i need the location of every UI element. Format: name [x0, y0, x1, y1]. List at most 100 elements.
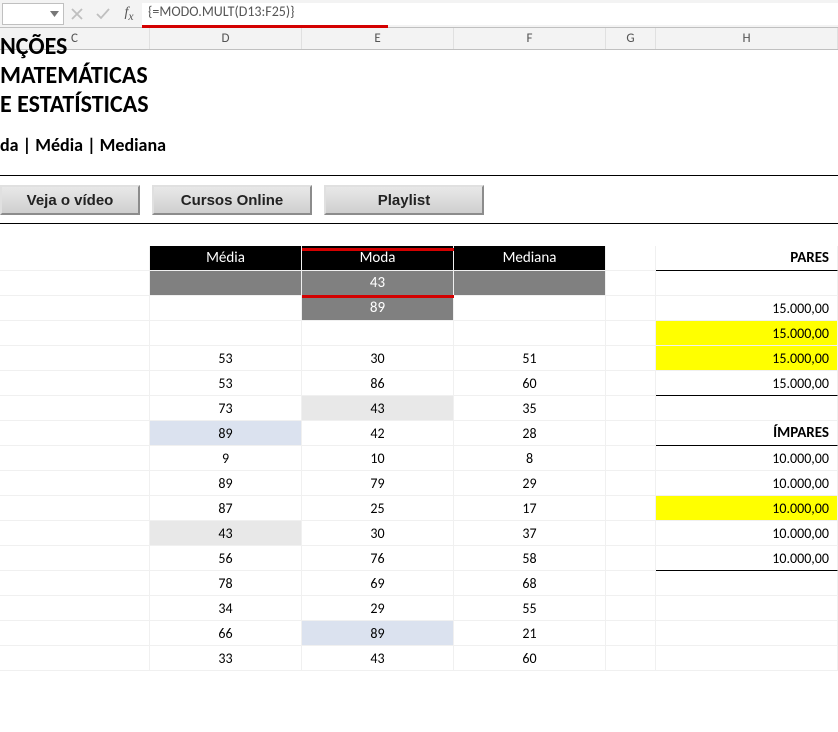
header-mediana[interactable]: Mediana — [454, 246, 606, 271]
cell-f[interactable]: 35 — [454, 396, 606, 421]
cell[interactable] — [0, 521, 150, 546]
cell[interactable] — [0, 446, 150, 471]
cell[interactable] — [0, 246, 150, 271]
cell[interactable] — [656, 271, 838, 296]
stat-moda-1[interactable]: 43 — [302, 271, 454, 296]
cell[interactable] — [606, 521, 656, 546]
cell[interactable] — [606, 596, 656, 621]
cell-f[interactable]: 29 — [454, 471, 606, 496]
impares-1[interactable]: 10.000,00 — [656, 471, 838, 496]
formula-input[interactable]: {=MODO.MULT(D13:F25)} — [142, 3, 838, 25]
cell-e[interactable]: 43 — [302, 396, 454, 421]
cell-f[interactable]: 17 — [454, 496, 606, 521]
cell-e[interactable]: 10 — [302, 446, 454, 471]
cell[interactable] — [606, 421, 656, 446]
cell[interactable] — [606, 621, 656, 646]
worksheet-grid[interactable]: NÇÕES MATEMÁTICAS E ESTATÍSTICAS da | Mé… — [0, 50, 838, 671]
cell[interactable] — [656, 596, 838, 621]
cell-d[interactable]: 43 — [150, 521, 302, 546]
cell[interactable] — [0, 296, 150, 321]
stat-moda-2[interactable]: 89 — [302, 296, 454, 321]
col-header-d[interactable]: D — [150, 28, 302, 49]
cell-f[interactable]: 37 — [454, 521, 606, 546]
cell-f[interactable]: 8 — [454, 446, 606, 471]
cell-d[interactable]: 9 — [150, 446, 302, 471]
header-media[interactable]: Média — [150, 246, 302, 271]
cell[interactable] — [606, 471, 656, 496]
cell-d[interactable]: 53 — [150, 346, 302, 371]
cell-f[interactable]: 55 — [454, 596, 606, 621]
cell[interactable] — [0, 621, 150, 646]
cell[interactable] — [0, 371, 150, 396]
cell-f[interactable]: 51 — [454, 346, 606, 371]
cell-e[interactable]: 89 — [302, 621, 454, 646]
cell-e[interactable]: 86 — [302, 371, 454, 396]
cell[interactable] — [606, 346, 656, 371]
cell[interactable] — [606, 396, 656, 421]
cell-e[interactable]: 69 — [302, 571, 454, 596]
cell-d[interactable]: 89 — [150, 421, 302, 446]
cell[interactable] — [606, 246, 656, 271]
cell-d[interactable]: 34 — [150, 596, 302, 621]
cell-d[interactable]: 89 — [150, 471, 302, 496]
cell[interactable] — [656, 396, 838, 421]
cell[interactable] — [454, 321, 606, 346]
impares-0[interactable]: 10.000,00 — [656, 446, 838, 471]
cell-e[interactable]: 76 — [302, 546, 454, 571]
pares-1[interactable]: 15.000,00 — [656, 321, 838, 346]
cell-f[interactable]: 68 — [454, 571, 606, 596]
cell[interactable] — [0, 271, 150, 296]
cell-f[interactable]: 60 — [454, 371, 606, 396]
playlist-button[interactable]: Playlist — [324, 185, 484, 215]
pares-label[interactable]: PARES — [656, 246, 838, 271]
cell[interactable] — [0, 396, 150, 421]
stat-media[interactable] — [150, 271, 302, 296]
cell[interactable] — [656, 571, 838, 596]
stat-mediana[interactable] — [454, 271, 606, 296]
pares-0[interactable]: 15.000,00 — [656, 296, 838, 321]
col-header-f[interactable]: F — [454, 28, 606, 49]
impares-3[interactable]: 10.000,00 — [656, 521, 838, 546]
cell[interactable] — [0, 421, 150, 446]
cell-e[interactable]: 42 — [302, 421, 454, 446]
cell[interactable] — [606, 271, 656, 296]
cell[interactable] — [606, 296, 656, 321]
cell-d[interactable]: 66 — [150, 621, 302, 646]
cell[interactable] — [150, 321, 302, 346]
cell[interactable] — [656, 646, 838, 671]
cell[interactable] — [606, 371, 656, 396]
cell[interactable] — [606, 646, 656, 671]
cell[interactable] — [0, 471, 150, 496]
cell-d[interactable]: 87 — [150, 496, 302, 521]
name-box[interactable] — [2, 3, 64, 25]
col-header-e[interactable]: E — [302, 28, 454, 49]
cell-e[interactable]: 43 — [302, 646, 454, 671]
cell[interactable] — [0, 321, 150, 346]
cell-f[interactable]: 21 — [454, 621, 606, 646]
video-button[interactable]: Veja o vídeo — [0, 185, 140, 215]
cell-e[interactable]: 25 — [302, 496, 454, 521]
cell[interactable] — [0, 646, 150, 671]
impares-2[interactable]: 10.000,00 — [656, 496, 838, 521]
cell[interactable] — [0, 546, 150, 571]
cell-f[interactable]: 60 — [454, 646, 606, 671]
impares-label[interactable]: ÍMPARES — [656, 421, 838, 446]
cell[interactable] — [606, 321, 656, 346]
fx-button[interactable]: fx — [116, 5, 142, 23]
cell[interactable] — [606, 571, 656, 596]
cell[interactable] — [656, 621, 838, 646]
pares-2[interactable]: 15.000,00 — [656, 346, 838, 371]
cell-d[interactable]: 53 — [150, 371, 302, 396]
cell-d[interactable]: 78 — [150, 571, 302, 596]
col-header-h[interactable]: H — [656, 28, 838, 49]
cell[interactable] — [0, 496, 150, 521]
cell-e[interactable]: 30 — [302, 521, 454, 546]
courses-button[interactable]: Cursos Online — [152, 185, 312, 215]
cell[interactable] — [0, 596, 150, 621]
cell-f[interactable]: 28 — [454, 421, 606, 446]
cell[interactable] — [0, 571, 150, 596]
cell[interactable] — [606, 446, 656, 471]
cell-d[interactable]: 73 — [150, 396, 302, 421]
cell[interactable] — [454, 296, 606, 321]
cell-f[interactable]: 58 — [454, 546, 606, 571]
